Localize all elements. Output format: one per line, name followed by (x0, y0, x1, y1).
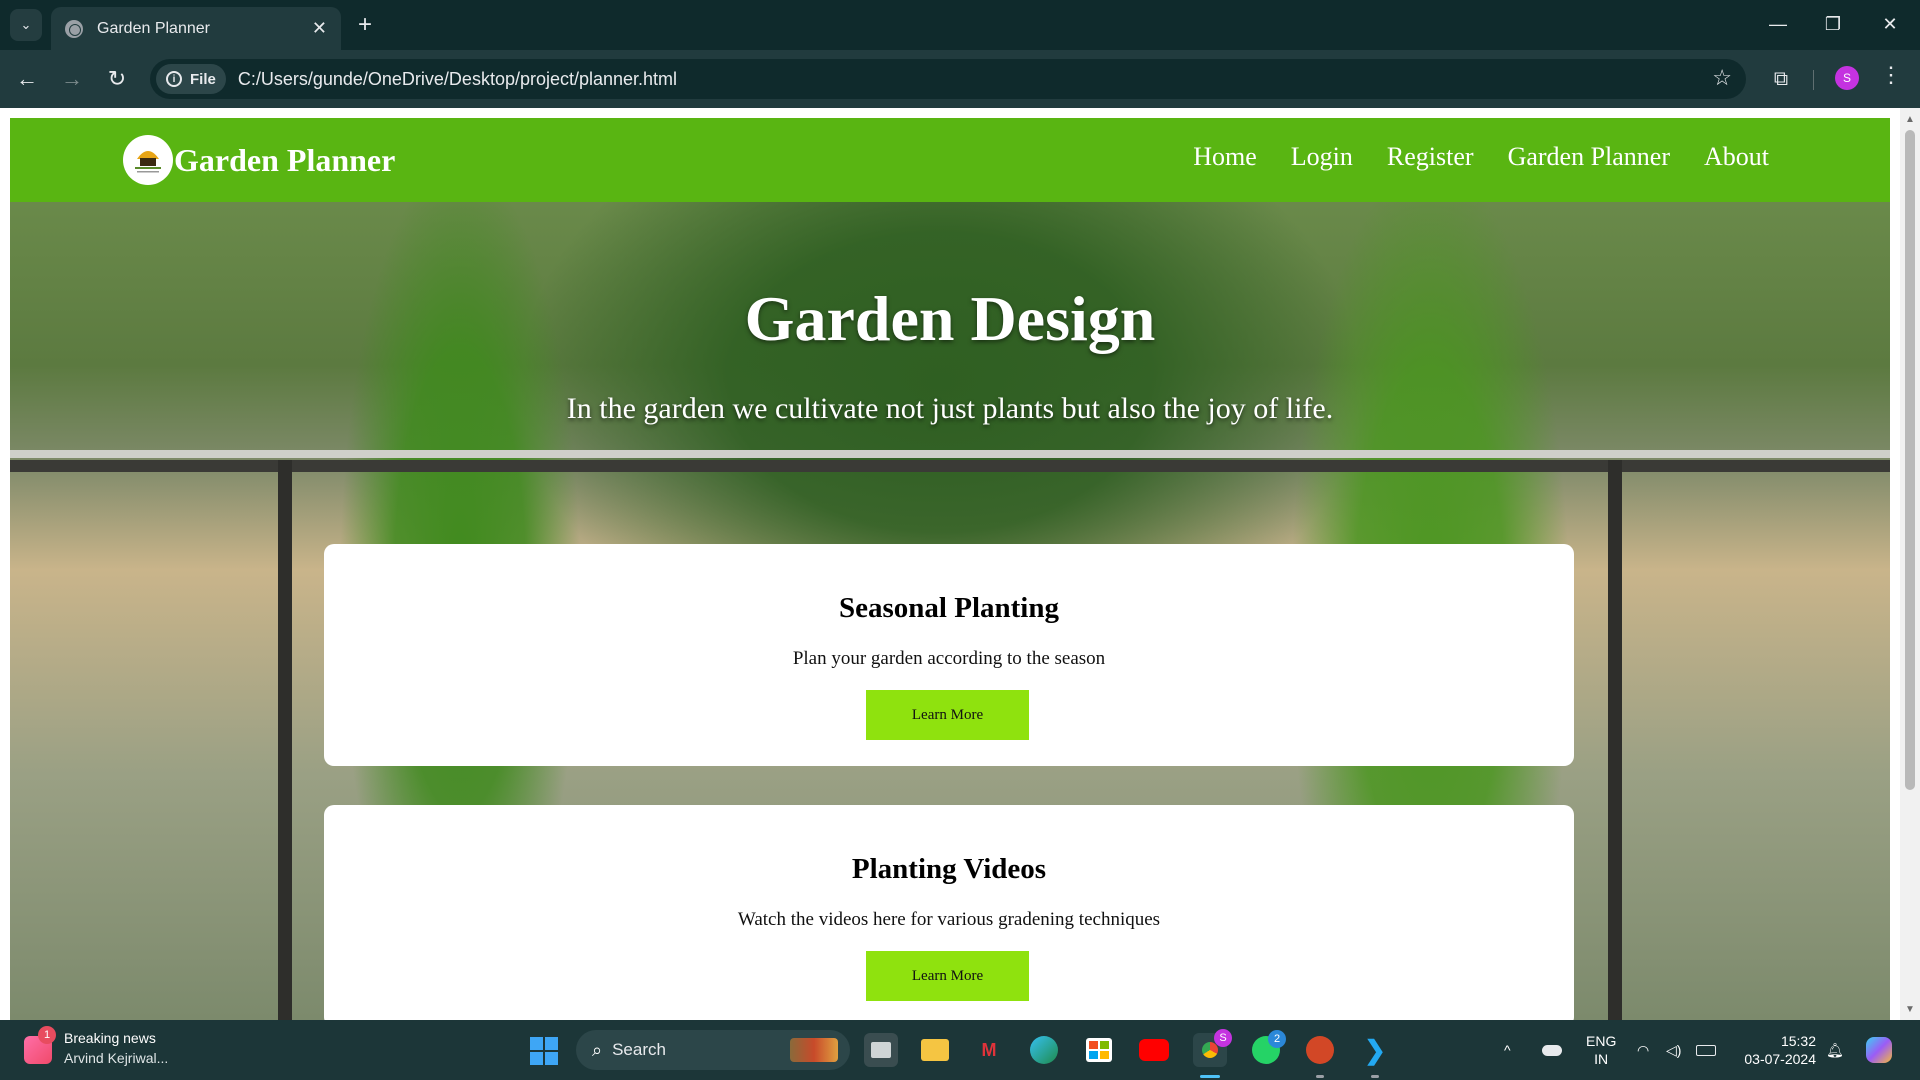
balcony-post (278, 460, 292, 1020)
microsoft-store-icon[interactable] (1082, 1033, 1116, 1067)
learn-more-button[interactable]: Learn More (866, 690, 1029, 740)
onedrive-icon[interactable] (1542, 1020, 1562, 1080)
mcafee-icon[interactable]: M (972, 1033, 1006, 1067)
card-seasonal-planting: Seasonal Planting Plan your garden accor… (324, 544, 1574, 766)
edge-icon[interactable] (1027, 1033, 1061, 1067)
close-tab-icon[interactable]: ✕ (312, 18, 327, 39)
whatsapp-badge: 2 (1268, 1030, 1286, 1048)
tab-search-button[interactable]: ⌄ (10, 9, 42, 41)
globe-icon (65, 19, 83, 38)
taskbar-search[interactable]: ⌕ Search (576, 1030, 850, 1070)
browser-menu-icon[interactable]: ⋮ (1880, 64, 1902, 86)
hero-section: Garden Design In the garden we cultivate… (10, 202, 1890, 1020)
logo-image (124, 136, 172, 184)
balcony-rail-top (10, 450, 1890, 458)
vscode-running-indicator (1371, 1075, 1379, 1078)
volume-icon[interactable]: ◁) (1666, 1020, 1681, 1080)
tab-strip: ⌄ Garden Planner ✕ + — ❐ ✕ (0, 0, 1920, 50)
browser-toolbar: ← → ↻ i File C:/Users/gunde/OneDrive/Des… (0, 50, 1920, 108)
card-title: Seasonal Planting (839, 592, 1059, 624)
chrome-active-indicator (1200, 1075, 1220, 1078)
website: Garden Planner Home Login Register Garde… (10, 118, 1890, 1020)
chrome-profile-badge: S (1214, 1029, 1232, 1047)
youtube-icon[interactable] (1137, 1033, 1171, 1067)
tray-overflow-icon[interactable]: ^ (1504, 1020, 1511, 1080)
wifi-icon[interactable]: ◠ (1637, 1020, 1649, 1080)
windows-start-icon[interactable] (530, 1037, 558, 1065)
nav-link-home[interactable]: Home (1193, 142, 1257, 172)
scroll-thumb[interactable] (1905, 130, 1915, 790)
url-text[interactable]: C:/Users/gunde/OneDrive/Desktop/project/… (238, 69, 677, 90)
language-bottom: IN (1594, 1051, 1609, 1067)
search-label: Search (612, 1040, 666, 1059)
clock-date: 03-07-2024 (1744, 1051, 1816, 1067)
news-subtitle[interactable]: Arvind Kejriwal... (64, 1050, 168, 1066)
card-text: Watch the videos here for various graden… (737, 909, 1161, 930)
language-indicator[interactable]: ENG IN (1586, 1032, 1616, 1068)
site-navbar: Garden Planner Home Login Register Garde… (10, 118, 1890, 202)
vscode-icon[interactable]: ❯ (1358, 1033, 1392, 1067)
news-title[interactable]: Breaking news (64, 1030, 156, 1046)
copilot-icon[interactable] (1866, 1020, 1892, 1080)
back-button[interactable]: ← (11, 63, 43, 95)
card-title: Planting Videos (851, 853, 1047, 885)
file-explorer-icon[interactable] (918, 1033, 952, 1067)
search-highlight-image (790, 1038, 838, 1062)
site-info-chip[interactable]: i File (156, 64, 226, 94)
site-logo[interactable] (123, 135, 173, 185)
nav-link-register[interactable]: Register (1387, 142, 1474, 172)
close-window-button[interactable]: ✕ (1870, 8, 1910, 40)
search-icon: ⌕ (592, 1039, 603, 1060)
page-scrollbar[interactable]: ▲ ▼ (1900, 108, 1920, 1020)
site-info-label: File (190, 70, 216, 88)
bookmark-star-icon[interactable]: ☆ (1712, 65, 1732, 91)
nav-link-about[interactable]: About (1704, 142, 1769, 172)
learn-more-button[interactable]: Learn More (866, 951, 1029, 1001)
toolbar-divider (1813, 70, 1814, 90)
restore-button[interactable]: ❐ (1813, 8, 1853, 40)
battery-icon[interactable] (1696, 1020, 1716, 1080)
minimize-button[interactable]: — (1758, 8, 1798, 40)
profile-avatar[interactable]: S (1835, 66, 1859, 90)
scroll-up-icon[interactable]: ▲ (1905, 114, 1915, 125)
powerpoint-running-indicator (1316, 1075, 1324, 1078)
nav-link-garden-planner[interactable]: Garden Planner (1508, 142, 1670, 172)
powerpoint-icon[interactable] (1303, 1033, 1337, 1067)
task-view-icon[interactable] (864, 1033, 898, 1067)
browser-tab[interactable]: Garden Planner ✕ (51, 7, 341, 50)
language-top: ENG (1586, 1033, 1617, 1049)
reload-button[interactable]: ↻ (101, 63, 133, 95)
news-badge: 1 (38, 1026, 56, 1044)
card-text: Plan your garden according to the season (792, 648, 1106, 669)
hero-title: Garden Design (744, 283, 1156, 354)
tab-title: Garden Planner (97, 19, 210, 37)
forward-button[interactable]: → (56, 63, 88, 95)
scroll-down-icon[interactable]: ▼ (1905, 1004, 1915, 1015)
nav-link-login[interactable]: Login (1291, 142, 1353, 172)
new-tab-button[interactable]: + (350, 10, 380, 40)
clock-time: 15:32 (1780, 1033, 1816, 1049)
site-brand[interactable]: Garden Planner (174, 142, 395, 179)
extensions-icon[interactable]: ⧉ (1766, 64, 1796, 94)
chevron-down-icon: ⌄ (20, 17, 32, 32)
taskbar-clock[interactable]: 15:32 03-07-2024 (1740, 1032, 1816, 1068)
card-planting-videos: Planting Videos Watch the videos here fo… (324, 805, 1574, 1020)
info-icon: i (166, 71, 182, 87)
balcony-post (1608, 460, 1622, 1020)
notification-bell-icon[interactable]: 🔔︎ (1826, 1020, 1844, 1080)
address-bar[interactable]: i File C:/Users/gunde/OneDrive/Desktop/p… (150, 59, 1746, 99)
site-nav-links: Home Login Register Garden Planner About (1193, 142, 1769, 172)
hero-subtitle: In the garden we cultivate not just plan… (566, 392, 1334, 425)
windows-taskbar: 1 Breaking news Arvind Kejriwal... ⌕ Sea… (0, 1020, 1920, 1080)
page-viewport: Garden Planner Home Login Register Garde… (0, 108, 1920, 1020)
